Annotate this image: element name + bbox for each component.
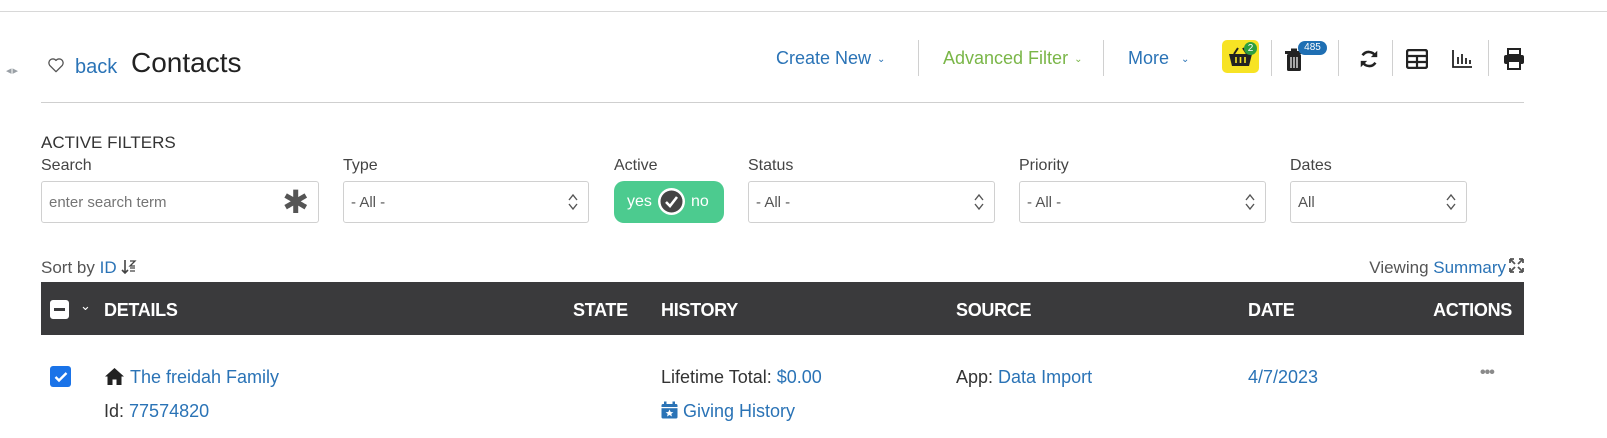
source-cell: App: Data Import — [956, 367, 1092, 388]
calendar-star-icon — [661, 401, 678, 419]
advanced-filter-button[interactable]: Advanced Filter ⌄ — [943, 48, 1082, 69]
bar-chart-icon — [1452, 50, 1472, 68]
active-filters-heading: ACTIVE FILTERS — [41, 133, 176, 152]
priority-label: Priority — [1019, 157, 1069, 174]
sort-direction-icon[interactable] — [121, 259, 137, 275]
create-new-button[interactable]: Create New ⌄ — [776, 48, 885, 69]
sort-prefix: Sort by — [41, 258, 95, 277]
toolbar-separator — [1392, 40, 1393, 76]
toolbar-separator — [1338, 40, 1339, 76]
toolbar-separator — [1103, 40, 1104, 76]
contact-id-link[interactable]: 77574820 — [129, 401, 209, 421]
basket-button[interactable]: 2 — [1222, 40, 1259, 73]
table-view-button[interactable] — [1402, 44, 1432, 74]
page-title: Contacts — [131, 47, 242, 78]
type-label: Type — [343, 157, 378, 174]
updown-chevron-icon — [1446, 193, 1456, 211]
status-select[interactable]: - All - — [748, 181, 995, 223]
contact-name-link[interactable]: The freidah Family — [130, 367, 279, 388]
chart-view-button[interactable] — [1447, 44, 1477, 74]
active-yes-label: yes — [627, 193, 652, 210]
type-select[interactable]: - All - — [343, 181, 589, 223]
basket-count-badge: 2 — [1244, 42, 1257, 55]
column-header-actions: ACTIONS — [1433, 300, 1512, 320]
column-header-date[interactable]: DATE — [1248, 300, 1295, 321]
toggle-knob[interactable] — [658, 188, 685, 215]
row-checkbox[interactable] — [50, 366, 71, 387]
search-input[interactable] — [49, 193, 279, 211]
active-no-label: no — [691, 193, 709, 210]
updown-chevron-icon — [1245, 193, 1255, 211]
source-label: App: — [956, 367, 994, 387]
clear-search-icon[interactable]: ✱ — [282, 186, 309, 218]
chevron-down-icon: ⌄ — [1181, 54, 1190, 65]
table-icon — [1406, 49, 1428, 69]
dates-select[interactable]: All — [1290, 181, 1467, 223]
priority-value: - All - — [1027, 193, 1062, 211]
active-label: Active — [614, 157, 658, 174]
checkmark-icon — [54, 371, 67, 382]
source-value-link[interactable]: Data Import — [998, 367, 1092, 387]
toolbar-separator — [1488, 40, 1489, 76]
dates-label: Dates — [1290, 157, 1332, 174]
more-button[interactable]: More ⌄ — [1128, 48, 1189, 69]
chevron-down-icon: ⌄ — [877, 54, 886, 65]
giving-history-link[interactable]: Giving History — [661, 401, 795, 422]
date-link[interactable]: 4/7/2023 — [1248, 367, 1318, 388]
status-value: - All - — [756, 193, 791, 211]
expand-icon[interactable] — [1509, 258, 1524, 273]
sort-control: Sort by ID — [41, 258, 137, 278]
select-menu-chevron-icon[interactable]: ⌄ — [80, 298, 91, 314]
contact-id-label: Id: — [104, 401, 125, 421]
refresh-button[interactable] — [1354, 44, 1384, 74]
chevron-down-icon: ⌄ — [1074, 54, 1083, 65]
top-divider — [0, 11, 1607, 12]
priority-select[interactable]: - All - — [1019, 181, 1266, 223]
row-actions-menu[interactable]: ••• — [1480, 364, 1495, 382]
print-icon — [1504, 48, 1524, 70]
giving-history-label: Giving History — [683, 401, 796, 421]
heart-icon[interactable] — [46, 55, 66, 75]
advanced-filter-label: Advanced Filter — [943, 48, 1069, 68]
toolbar-separator — [918, 40, 919, 76]
view-prefix: Viewing — [1369, 258, 1429, 277]
column-header-history[interactable]: HISTORY — [661, 300, 738, 321]
home-icon — [105, 368, 124, 385]
check-circle-icon — [660, 190, 683, 213]
lifetime-total-value[interactable]: $0.00 — [777, 367, 822, 387]
lifetime-total-label: Lifetime Total: — [661, 367, 772, 387]
column-header-source[interactable]: SOURCE — [956, 300, 1032, 321]
updown-chevron-icon — [974, 193, 984, 211]
search-label: Search — [41, 157, 92, 174]
header-divider — [41, 102, 1524, 103]
trash-count-badge: 485 — [1298, 41, 1327, 55]
lifetime-total: Lifetime Total: $0.00 — [661, 367, 822, 388]
create-new-label: Create New — [776, 48, 872, 68]
search-field[interactable]: ✱ — [41, 181, 319, 223]
column-header-state[interactable]: STATE — [573, 300, 628, 321]
status-label: Status — [748, 157, 794, 174]
updown-chevron-icon — [568, 193, 578, 211]
collapse-arrows-icon[interactable]: ◂▸ — [6, 64, 19, 77]
select-all-checkbox[interactable] — [50, 300, 69, 319]
toolbar-separator — [1271, 40, 1272, 76]
more-label: More — [1128, 48, 1170, 68]
table-header: ⌄ DETAILS STATE HISTORY SOURCE DATE ACTI… — [41, 282, 1524, 335]
column-header-details[interactable]: DETAILS — [104, 300, 178, 321]
type-value: - All - — [351, 193, 386, 211]
sort-field-link[interactable]: ID — [100, 258, 117, 277]
trash-button[interactable]: 485 — [1284, 41, 1329, 74]
view-mode-control: Viewing Summary — [1369, 258, 1506, 278]
view-mode-link[interactable]: Summary — [1433, 258, 1506, 277]
contact-id: Id: 77574820 — [104, 401, 209, 422]
back-link[interactable]: back — [75, 56, 117, 79]
refresh-icon — [1360, 50, 1378, 68]
active-toggle[interactable]: yes no — [614, 181, 724, 223]
print-button[interactable] — [1499, 44, 1529, 74]
dates-value: All — [1298, 193, 1315, 211]
